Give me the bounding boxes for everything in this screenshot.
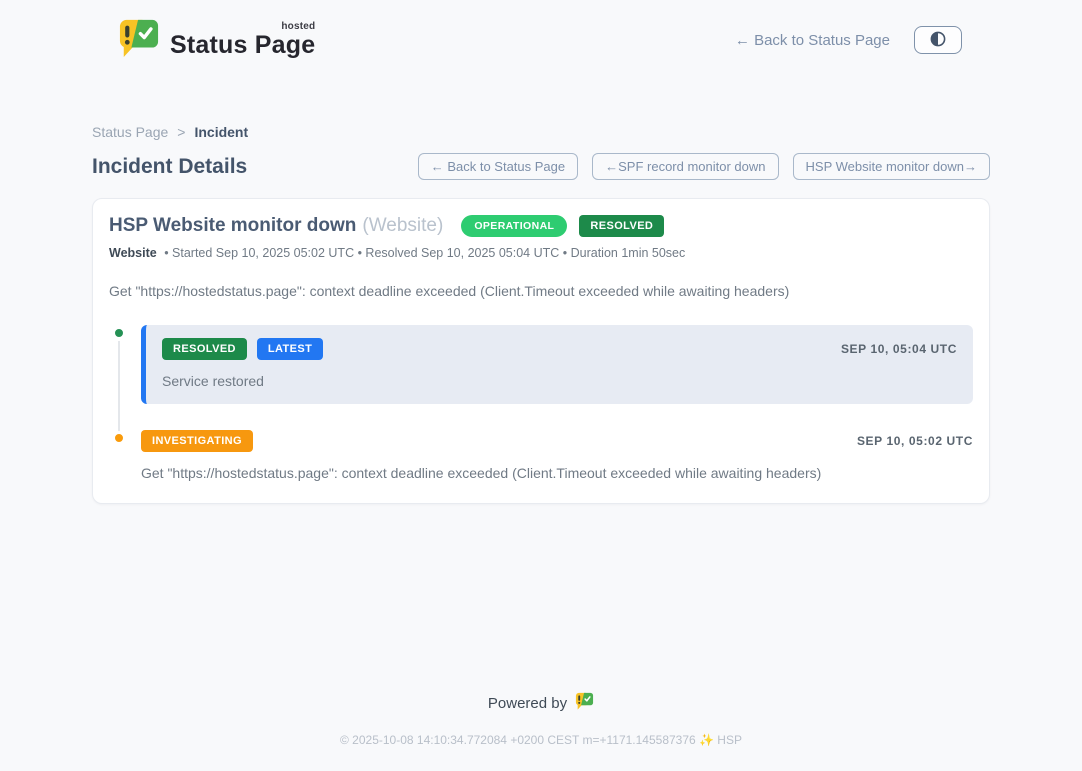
next-incident-button[interactable]: HSP Website monitor down→	[793, 153, 990, 180]
incident-card: HSP Website monitor down (Website) OPERA…	[92, 198, 990, 504]
footer: Powered by © 2025-10-08 14:10:34.772084 …	[0, 692, 1082, 771]
latest-badge: LATEST	[257, 338, 323, 360]
incident-meta: Website • Started Sep 10, 2025 05:02 UTC…	[109, 246, 973, 260]
investigating-dot-icon	[112, 431, 126, 445]
theme-toggle-button[interactable]	[914, 26, 962, 54]
back-to-status-page-button[interactable]: ← Back to Status Page	[418, 153, 578, 180]
timeline-entry-head: INVESTIGATING SEP 10, 05:02 UTC	[141, 430, 973, 452]
brand-logo[interactable]: hosted Status Page	[118, 18, 315, 63]
timeline-entry-head: RESOLVED LATEST SEP 10, 05:04 UTC	[162, 338, 957, 360]
timeline-message: Service restored	[162, 373, 957, 389]
incident-meta-details: • Started Sep 10, 2025 05:02 UTC • Resol…	[164, 246, 685, 260]
timeline-entry-highlighted-box: RESOLVED LATEST SEP 10, 05:04 UTC Servic…	[141, 325, 973, 404]
timeline-entry-resolved: RESOLVED LATEST SEP 10, 05:04 UTC Servic…	[109, 325, 973, 404]
timeline-timestamp: SEP 10, 05:02 UTC	[857, 434, 973, 448]
page-title: Incident Details	[92, 155, 247, 179]
contrast-icon	[930, 31, 946, 50]
operational-status-badge: OPERATIONAL	[461, 215, 567, 237]
timeline-timestamp: SEP 10, 05:04 UTC	[841, 342, 957, 356]
brand-text: hosted Status Page	[170, 22, 315, 58]
breadcrumb-status-page[interactable]: Status Page	[92, 124, 168, 140]
header-back-link[interactable]: ← Back to Status Page	[735, 32, 890, 49]
investigating-badge: INVESTIGATING	[141, 430, 253, 452]
timeline-dot-column	[109, 430, 129, 481]
timeline-entry-plain: INVESTIGATING SEP 10, 05:02 UTC Get "htt…	[141, 430, 973, 481]
timeline-entry-investigating: INVESTIGATING SEP 10, 05:02 UTC Get "htt…	[109, 430, 973, 481]
powered-by-label: Powered by	[488, 695, 567, 712]
incident-description: Get "https://hostedstatus.page": context…	[109, 283, 973, 299]
resolved-badge: RESOLVED	[162, 338, 247, 360]
timeline-message: Get "https://hostedstatus.page": context…	[141, 465, 973, 481]
resolved-dot-icon	[112, 326, 126, 340]
copyright-text: © 2025-10-08 14:10:34.772084 +0200 CEST …	[0, 733, 1082, 747]
brand-name: Status Page	[170, 33, 315, 58]
breadcrumb-incident: Incident	[194, 124, 248, 140]
incident-component-label: (Website)	[362, 215, 443, 237]
header: hosted Status Page ← Back to Status Page	[0, 0, 1082, 78]
incident-title: HSP Website monitor down	[109, 215, 356, 237]
prev-incident-button[interactable]: ←SPF record monitor down	[592, 153, 778, 180]
header-right: ← Back to Status Page	[735, 26, 962, 54]
incident-meta-component: Website	[109, 246, 157, 260]
status-page-logo-icon-small	[575, 692, 594, 714]
powered-by-link[interactable]: Powered by	[488, 692, 594, 714]
title-row: Incident Details ← Back to Status Page ←…	[92, 153, 990, 180]
incident-nav-buttons: ← Back to Status Page ←SPF record monito…	[418, 153, 990, 180]
incident-timeline: RESOLVED LATEST SEP 10, 05:04 UTC Servic…	[109, 325, 973, 481]
breadcrumb: Status Page > Incident	[92, 124, 990, 140]
main-content: Status Page > Incident Incident Details …	[92, 124, 990, 504]
breadcrumb-separator: >	[177, 124, 185, 140]
incident-title-row: HSP Website monitor down (Website) OPERA…	[109, 215, 973, 237]
timeline-dot-column	[109, 325, 129, 404]
status-page-logo-icon	[118, 18, 160, 63]
resolved-state-badge: RESOLVED	[579, 215, 664, 237]
